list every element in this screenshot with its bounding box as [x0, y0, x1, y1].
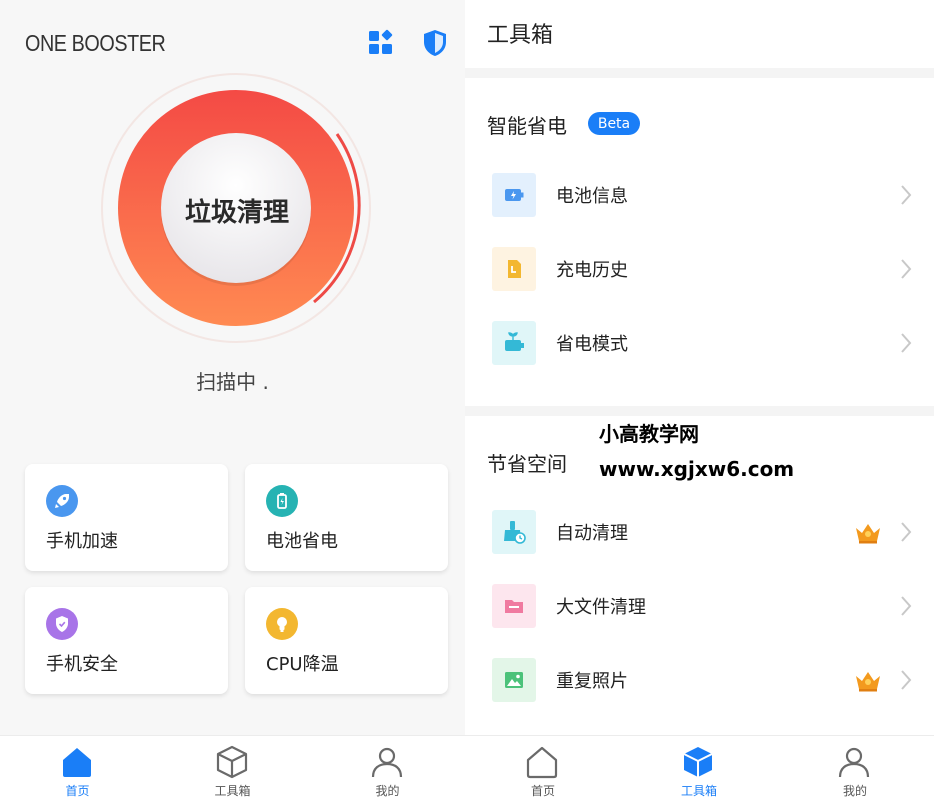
charge-history-label: 充电历史: [556, 260, 628, 281]
tab-home[interactable]: 首页: [0, 736, 155, 802]
auto-clean-label: 自动清理: [556, 523, 628, 544]
tab-profile-label: 我的: [375, 784, 400, 798]
shield-icon[interactable]: [420, 28, 450, 58]
crown-icon: [856, 524, 880, 544]
page-title: 工具箱: [487, 23, 554, 48]
tab-toolbox-label: 工具箱: [214, 784, 251, 798]
crown-icon: [856, 672, 880, 692]
chevron-right-icon: [901, 259, 912, 279]
battery-info-item[interactable]: 电池信息: [465, 164, 934, 226]
chevron-right-icon: [901, 522, 912, 542]
phone-security-label: 手机安全: [46, 654, 118, 675]
phone-security-card[interactable]: 手机安全: [25, 587, 228, 694]
tab-profile[interactable]: 我的: [777, 736, 933, 802]
tab-profile-label: 我的: [842, 784, 867, 798]
tab-toolbox[interactable]: 工具箱: [621, 736, 777, 802]
duplicate-photos-item[interactable]: 重复照片: [465, 649, 934, 711]
junk-clean-button[interactable]: 垃圾清理: [162, 150, 312, 270]
tab-toolbox-label: 工具箱: [680, 784, 717, 798]
watermark-line-1: 小高教学网: [599, 422, 699, 446]
auto-clean-icon: [492, 510, 536, 554]
watermark-line-2: www.xgjxw6.com: [599, 457, 795, 481]
smart-power-section: 智能省电 Beta 电池信息 充电历史 省电模式: [465, 78, 934, 406]
large-file-clean-label: 大文件清理: [556, 597, 646, 618]
cube-icon: [683, 747, 713, 777]
auto-clean-item[interactable]: 自动清理: [465, 501, 934, 563]
section-title-space: 节省空间: [487, 452, 567, 476]
home-icon: [63, 748, 91, 777]
battery-info-icon: [492, 173, 536, 217]
power-saving-icon: [492, 321, 536, 365]
battery-saver-label: 电池省电: [266, 531, 338, 552]
scan-status: 扫描中 .: [196, 370, 269, 394]
person-icon: [371, 747, 403, 778]
app-title: ONE BOOSTER: [25, 30, 166, 56]
cpu-cooling-card[interactable]: CPU降温: [245, 587, 448, 694]
chevron-right-icon: [901, 333, 912, 353]
large-file-clean-item[interactable]: 大文件清理: [465, 575, 934, 637]
person-icon: [838, 747, 870, 778]
cpu-cooling-label: CPU降温: [266, 654, 339, 675]
home-screen: ONE BOOSTER 垃圾清理 扫描中 . 手机加速 电池省电 手机安全 CP…: [0, 0, 465, 802]
toolbox-header: 工具箱: [465, 0, 934, 68]
security-shield-icon: [46, 608, 78, 640]
watermark: 小高教学网 www.xgjxw6.com: [599, 418, 794, 481]
battery-info-label: 电池信息: [556, 186, 628, 207]
power-saving-mode-item[interactable]: 省电模式: [465, 312, 934, 374]
chevron-right-icon: [901, 670, 912, 690]
tab-profile[interactable]: 我的: [310, 736, 465, 802]
thermometer-icon: [266, 608, 298, 640]
chevron-right-icon: [901, 596, 912, 616]
dashboard-icon[interactable]: [366, 28, 396, 58]
beta-badge: Beta: [588, 112, 640, 135]
charge-history-item[interactable]: 充电历史: [465, 238, 934, 300]
rocket-icon: [46, 485, 78, 517]
home-icon: [526, 746, 558, 779]
charge-history-icon: [492, 247, 536, 291]
folder-icon: [492, 584, 536, 628]
photo-icon: [492, 658, 536, 702]
tab-home-label: 首页: [65, 784, 90, 798]
battery-icon: [266, 485, 298, 517]
tab-toolbox[interactable]: 工具箱: [155, 736, 310, 802]
phone-boost-label: 手机加速: [46, 531, 118, 552]
section-title-power: 智能省电: [487, 114, 567, 138]
phone-boost-card[interactable]: 手机加速: [25, 464, 228, 571]
cube-icon: [216, 745, 248, 779]
power-saving-label: 省电模式: [556, 334, 628, 355]
toolbox-screen: 工具箱 智能省电 Beta 电池信息 充电历史 省电模式 节省空间 自动清理 大…: [465, 0, 934, 802]
bottom-tab-bar: 首页 工具箱 我的: [465, 735, 934, 802]
chevron-right-icon: [901, 185, 912, 205]
tab-home-label: 首页: [530, 784, 555, 798]
tab-home[interactable]: 首页: [465, 736, 621, 802]
bottom-tab-bar: 首页 工具箱 我的: [0, 735, 465, 802]
duplicate-photos-label: 重复照片: [556, 671, 628, 692]
battery-saver-card[interactable]: 电池省电: [245, 464, 448, 571]
